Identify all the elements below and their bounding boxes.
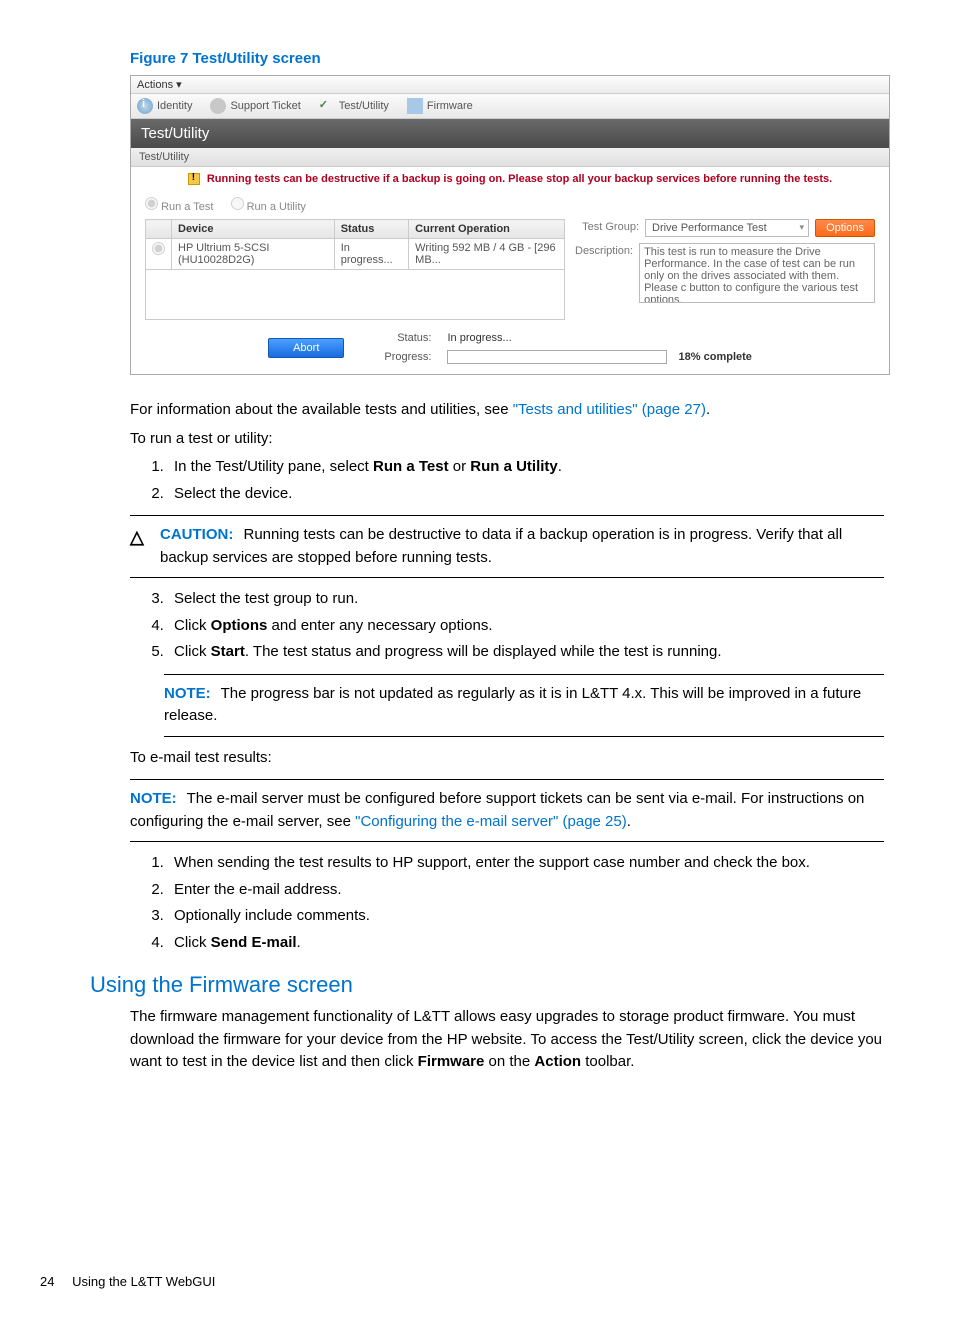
radio-run-test[interactable]: Run a Test (145, 201, 213, 213)
screenshot-test-utility: Actions ▾ Identity Support Ticket Test/U… (130, 75, 890, 375)
ticket-icon (210, 98, 226, 114)
figure-title: Figure 7 Test/Utility screen (130, 50, 914, 67)
note-email: NOTE: The e-mail server must be configur… (130, 779, 884, 842)
tab-support-ticket[interactable]: Support Ticket (210, 98, 300, 114)
status-label: Status: (384, 332, 431, 344)
firmware-icon (407, 98, 423, 114)
caution-text: Running tests can be destructive to data… (160, 526, 842, 566)
note-label: NOTE: (130, 790, 177, 807)
test-group-select[interactable]: Drive Performance Test (645, 219, 809, 237)
page-number: 24 (40, 1274, 54, 1289)
toolbar-tabs: Identity Support Ticket Test/Utility Fir… (131, 94, 889, 119)
link-tests-utilities[interactable]: "Tests and utilities" (page 27) (513, 401, 706, 418)
list-item: Select the test group to run. (168, 588, 884, 611)
check-icon (319, 98, 335, 114)
table-row[interactable]: HP Ultrium 5-SCSI (HU10028D2G) In progre… (146, 239, 565, 270)
info-icon (137, 98, 153, 114)
tab-label: Identity (157, 100, 192, 112)
tab-test-utility[interactable]: Test/Utility (319, 98, 389, 114)
note-progress: NOTE: The progress bar is not updated as… (164, 674, 884, 737)
tab-firmware[interactable]: Firmware (407, 98, 473, 114)
document-body: For information about the available test… (130, 399, 884, 954)
warning-banner: Running tests can be destructive if a ba… (131, 167, 889, 191)
actions-menu[interactable]: Actions ▾ (131, 76, 889, 94)
para-run-intro: To run a test or utility: (130, 428, 884, 451)
cell-status: In progress... (334, 239, 408, 270)
col-status: Status (334, 220, 408, 239)
list-item: When sending the test results to HP supp… (168, 852, 884, 875)
footer-title: Using the L&TT WebGUI (72, 1274, 215, 1289)
mode-radio-group: Run a Test Run a Utility (131, 191, 889, 219)
radio-label: Run a Utility (247, 201, 306, 213)
cell-device: HP Ultrium 5-SCSI (HU10028D2G) (172, 239, 335, 270)
list-item: Enter the e-mail address. (168, 879, 884, 902)
description-box: This test is run to measure the Drive Pe… (639, 243, 875, 303)
run-steps-cont: Select the test group to run. Click Opti… (168, 588, 884, 664)
tab-identity[interactable]: Identity (137, 98, 192, 114)
caution-callout: △ CAUTION: Running tests can be destruct… (130, 515, 884, 578)
warning-text: Running tests can be destructive if a ba… (207, 173, 832, 185)
section-title: Test/Utility (131, 119, 889, 148)
list-item: Click Start. The test status and progres… (168, 641, 884, 664)
email-steps: When sending the test results to HP supp… (168, 852, 884, 954)
abort-button[interactable]: Abort (268, 338, 344, 358)
device-table: Device Status Current Operation HP Ultri… (145, 219, 565, 320)
test-config-panel: Test Group: Drive Performance Test Optio… (565, 219, 875, 320)
list-item: Click Options and enter any necessary op… (168, 615, 884, 638)
tab-label: Test/Utility (339, 100, 389, 112)
status-value: In progress... (447, 332, 751, 344)
tab-label: Support Ticket (230, 100, 300, 112)
tab-label: Firmware (427, 100, 473, 112)
row-radio[interactable] (152, 242, 165, 255)
col-device: Device (172, 220, 335, 239)
warning-icon (188, 173, 200, 185)
progress-bar (447, 350, 667, 364)
radio-label: Run a Test (161, 201, 213, 213)
list-item: Click Send E-mail. (168, 932, 884, 955)
list-item: In the Test/Utility pane, select Run a T… (168, 456, 884, 479)
para-email-intro: To e-mail test results: (130, 747, 884, 770)
list-item: Optionally include comments. (168, 905, 884, 928)
note-label: NOTE: (164, 685, 211, 702)
options-button[interactable]: Options (815, 219, 875, 237)
progress-value: 18% complete (679, 351, 752, 363)
radio-run-utility[interactable]: Run a Utility (231, 201, 306, 213)
heading-firmware: Using the Firmware screen (90, 972, 914, 998)
status-area: Abort Status: In progress... Progress: 1… (131, 328, 889, 374)
caution-label: CAUTION: (160, 526, 233, 543)
cell-operation: Writing 592 MB / 4 GB - [296 MB... (409, 239, 565, 270)
list-item: Select the device. (168, 483, 884, 506)
run-steps: In the Test/Utility pane, select Run a T… (168, 456, 884, 505)
firmware-para: The firmware management functionality of… (130, 1006, 884, 1074)
para-info: For information about the available test… (130, 399, 884, 422)
subsection-title: Test/Utility (131, 148, 889, 167)
progress-label: Progress: (384, 351, 431, 363)
test-group-label: Test Group: (575, 219, 645, 233)
page-footer: 24 Using the L&TT WebGUI (40, 1274, 914, 1289)
link-email-config[interactable]: "Configuring the e-mail server" (page 25… (355, 813, 627, 830)
description-label: Description: (575, 243, 639, 257)
note-text: The progress bar is not updated as regul… (164, 685, 861, 725)
col-operation: Current Operation (409, 220, 565, 239)
caution-icon: △ (130, 524, 160, 569)
